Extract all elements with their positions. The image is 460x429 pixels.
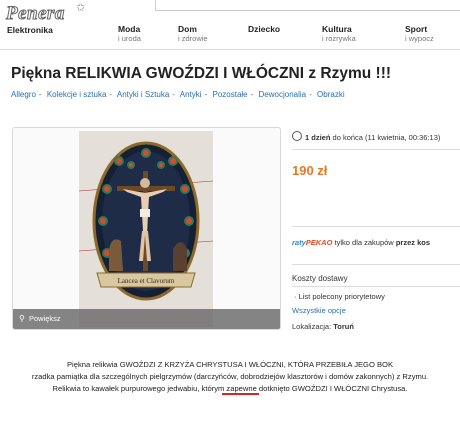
location-label: Lokalizacja: [292, 322, 334, 331]
shipping-option-label: List polecony priorytetowy [298, 292, 385, 301]
nav-category-title: Dom [178, 24, 197, 34]
price: 190 zł [292, 163, 328, 178]
bullet-icon: · [294, 292, 297, 301]
nav-category-moda[interactable]: Moda i uroda [118, 24, 141, 44]
breadcrumb-item[interactable]: Kolekcje i sztuka [47, 90, 107, 99]
description-line: Piękna relikwia GWOŹDZI Z KRZYŻA CHRYSTU… [66, 360, 394, 369]
divider [292, 286, 460, 287]
product-photo[interactable]: Lancea et Clavorum [78, 131, 214, 327]
header-divider [0, 49, 460, 50]
zoom-bar[interactable]: ⚲ Powiększ [13, 309, 280, 329]
nav-category-sub: i wypocz [405, 34, 434, 43]
logo-text: Penera [6, 3, 65, 25]
nav-category-dom[interactable]: Dom i zdrowie [178, 24, 208, 44]
breadcrumb-item[interactable]: Pozostałe [212, 90, 247, 99]
nav-category-sub: i zdrowie [178, 34, 208, 43]
listing-description: Piękna relikwia GWOŹDZI Z KRZYŻA CHRYSTU… [0, 359, 460, 395]
logo-star-icon: ✩ [76, 2, 86, 14]
nav-category-kultura[interactable]: Kultura i rozrywka [322, 24, 356, 44]
divider [292, 226, 460, 227]
raty-text: tylko dla zakupów [332, 238, 396, 247]
nav-electronics[interactable]: Elektronika [7, 26, 53, 35]
breadcrumb-item[interactable]: Obrazki [317, 90, 345, 99]
nav-category-dziecko[interactable]: Dziecko [248, 25, 280, 34]
nav-category-title: Dziecko [248, 24, 281, 34]
shipping-all-options-link[interactable]: Wszystkie opcje [292, 306, 346, 315]
nav-category-title: Moda [118, 24, 141, 34]
raty-brand: raty [292, 238, 306, 247]
image-caption: Lancea et Clavorum [118, 277, 175, 285]
nav-category-sub: i rozrywka [322, 34, 356, 43]
raty-bold: przez kos [395, 238, 430, 247]
nav-category-title: Kultura [322, 24, 352, 34]
breadcrumb-item[interactable]: Antyki [180, 90, 202, 99]
time-left: 1 dzień do końca (11 kwietnia, 00:36:13) [292, 131, 440, 142]
location-value: Toruń [333, 322, 354, 331]
divider [292, 149, 460, 150]
magnifier-icon: ⚲ [19, 314, 25, 323]
clock-icon [292, 131, 302, 141]
description-line: rzadka pamiątka dla szczególnych pielgrz… [31, 372, 429, 381]
shipping-option: · List polecony priorytetowy [294, 292, 385, 301]
nav-category-sport[interactable]: Sport i wypocz [405, 24, 434, 44]
nav-category-sub: i uroda [118, 34, 141, 43]
breadcrumb-item[interactable]: Antyki i Sztuka [117, 90, 169, 99]
installments-info[interactable]: ratyPEKAO tylko dla zakupów przez kos [292, 238, 430, 247]
category-nav: Elektronika Moda i uroda Dom i zdrowie D… [0, 25, 460, 47]
breadcrumb-item[interactable]: Dewocjonalia [259, 90, 307, 99]
breadcrumb: Allegro - Kolekcje i sztuka - Antyki i Szt… [11, 90, 345, 99]
shipping-title: Koszty dostawy [292, 274, 348, 283]
divider [292, 264, 460, 265]
zoom-label: Powiększ [29, 314, 61, 323]
product-photo-frame[interactable]: Lancea et Clavorum ⚲ Powiększ [12, 127, 281, 330]
listing-title: Piękna RELIKWIA GWOŹDZI I WŁÓCZNI z Rzym… [11, 65, 392, 82]
location: Lokalizacja: Toruń [292, 322, 354, 331]
site-logo[interactable]: Penera ✩ [6, 2, 86, 25]
search-box[interactable] [155, 0, 460, 11]
nav-category-title: Sport [405, 24, 428, 34]
breadcrumb-item[interactable]: Allegro [11, 90, 36, 99]
top-bar: Penera ✩ Elektronika Moda i uroda Dom i … [0, 0, 460, 50]
raty-brand-suffix: PEKAO [305, 238, 333, 247]
time-left-end: do końca (11 kwietnia, 00:36:13) [330, 133, 441, 142]
highlight-underline [222, 393, 259, 395]
time-left-days: 1 dzień [305, 133, 331, 142]
relic-image: Lancea et Clavorum [78, 131, 214, 327]
